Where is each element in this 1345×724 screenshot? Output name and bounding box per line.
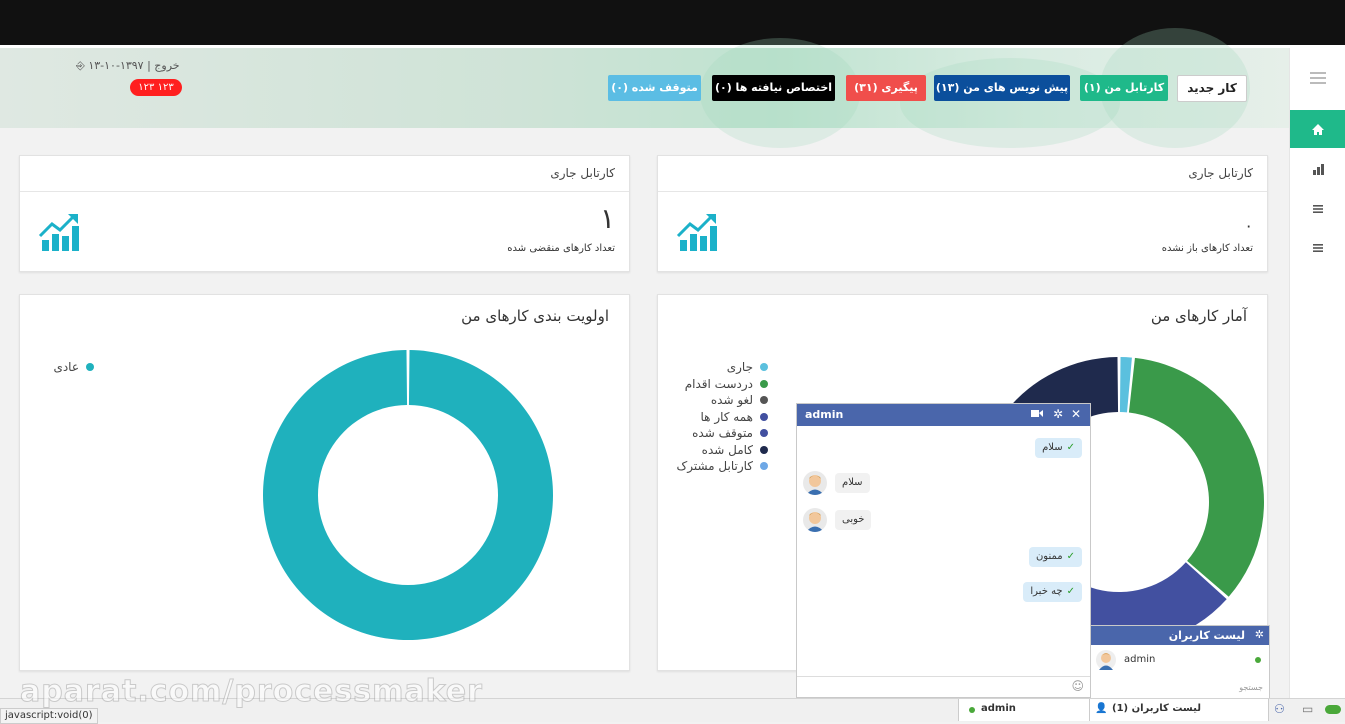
legend-dot	[760, 379, 768, 388]
user-badge[interactable]: ۱۲۳ ۱۲۳	[130, 79, 182, 96]
menu-icon[interactable]	[1290, 59, 1345, 97]
stat-label: تعداد کارهای منقضی شده	[507, 243, 615, 254]
sent-message: سلام ✓	[1035, 438, 1082, 458]
legend-item[interactable]: همه کار ها	[668, 409, 768, 426]
user-list-panel: لیست کاربران ✲ admin جستجو	[1090, 625, 1270, 700]
legend-label: متوقف شده	[692, 426, 753, 441]
legend-dot	[760, 363, 768, 372]
paused-button[interactable]: متوقف شده (۰)	[608, 75, 701, 101]
separator: |	[143, 59, 151, 72]
legend-label: کامل شده	[701, 442, 753, 457]
legend-label: همه کار ها	[700, 409, 753, 424]
open-tasks-card: کارتابل جاری ۰ تعداد کارهای باز نشده	[657, 155, 1268, 272]
video-call-icon[interactable]	[1031, 407, 1043, 421]
legend-item[interactable]: جاری	[668, 359, 768, 376]
legend-dot	[760, 396, 768, 405]
follow-up-button[interactable]: پیگیری (۳۱)	[846, 75, 926, 101]
list-icon[interactable]	[1290, 229, 1345, 267]
legend-dot	[760, 412, 768, 421]
window-icon[interactable]: ▭	[1302, 702, 1313, 716]
task-stats-legend: جاری دردست اقدام لغو شده همه کار ها متوقف شد…	[668, 359, 768, 475]
logout-icon[interactable]: ⎆	[76, 59, 85, 72]
avatar	[803, 471, 827, 495]
users-icon: 👤	[1095, 703, 1108, 714]
chat-message-input[interactable]: ☺	[797, 676, 1090, 697]
legend-label: جاری	[726, 360, 753, 375]
close-icon[interactable]: ✕	[1071, 407, 1081, 421]
card-title: کارتابل جاری	[1188, 166, 1253, 180]
trend-chart-icon	[676, 212, 720, 255]
expired-tasks-card: کارتابل جاری ۱ تعداد کارهای منقضی شده	[19, 155, 630, 272]
drafts-button[interactable]: پیش نویس های من (۱۳)	[934, 75, 1070, 101]
user-list-item[interactable]: admin	[1124, 654, 1155, 665]
new-task-button[interactable]: کار جدید	[1177, 75, 1247, 102]
current-date: ۱۳۹۷-۱۰-۱۳	[88, 59, 144, 72]
legend-item[interactable]: لغو شده	[668, 392, 768, 409]
legend-item[interactable]: کامل شده	[668, 442, 768, 459]
logout-link[interactable]: خروج	[154, 59, 179, 72]
online-status-icon	[1255, 657, 1261, 663]
received-message: سلام	[835, 473, 870, 493]
unassigned-button[interactable]: اختصاص نیافته ها (۰)	[712, 75, 835, 101]
chat-username: admin	[805, 408, 844, 421]
legend-dot	[86, 363, 94, 372]
settings-icon[interactable]: ✲	[1255, 628, 1264, 641]
stat-label: تعداد کارهای باز نشده	[1161, 243, 1253, 254]
user-line: ⎆ خروج | ۱۳۹۷-۱۰-۱۳	[76, 59, 180, 73]
bar-chart-icon[interactable]	[1290, 150, 1345, 188]
user-list-header: لیست کاربران ✲	[1091, 626, 1269, 645]
status-url: javascript:void(0)	[0, 708, 98, 724]
emoji-icon[interactable]: ☺	[1071, 679, 1084, 693]
user-list-tab[interactable]: 👤 لیست کاربران (1)	[1090, 699, 1269, 721]
stat-value: ۱	[599, 202, 615, 235]
priority-legend: عادی	[34, 359, 94, 376]
priority-chart-card: اولویت بندی کارهای من عادی	[19, 294, 630, 671]
legend-item[interactable]: متوقف شده	[668, 425, 768, 442]
online-status-icon	[969, 707, 975, 713]
donut-slice[interactable]	[1128, 357, 1264, 597]
legend-item[interactable]: کارتابل مشترک	[668, 458, 768, 475]
received-message: خوبی	[835, 510, 872, 530]
stat-value: ۰	[1244, 216, 1253, 235]
sent-message: چه خبرا ✓	[1023, 582, 1082, 602]
toggle-switch[interactable]	[1325, 705, 1341, 714]
my-inbox-button[interactable]: کارتابل من (۱)	[1080, 75, 1168, 101]
home-icon[interactable]	[1290, 110, 1345, 148]
legend-item[interactable]: عادی	[34, 359, 94, 376]
chat-tab[interactable]: admin	[958, 699, 1090, 721]
list-icon[interactable]	[1290, 190, 1345, 228]
chat-window: admin ✲ ✕ سلام ✓ سلام خوبی ممنون ✓ چه خبرا ✓ ☺	[796, 403, 1091, 698]
avatar	[1096, 650, 1116, 670]
sent-message: ممنون ✓	[1028, 547, 1082, 567]
check-icon: ✓	[1066, 442, 1075, 453]
trend-chart-icon	[38, 212, 82, 255]
legend-label: دردست اقدام	[684, 376, 753, 391]
account-icon[interactable]: ⚇	[1274, 702, 1285, 716]
user-search-input[interactable]: جستجو	[1239, 683, 1263, 692]
chat-header: admin ✲ ✕	[797, 404, 1090, 426]
priority-donut	[263, 350, 553, 640]
legend-item[interactable]: دردست اقدام	[668, 376, 768, 393]
legend-dot	[760, 445, 768, 454]
watermark: aparat.com/processmaker	[20, 674, 483, 710]
settings-icon[interactable]: ✲	[1053, 407, 1063, 421]
avatar	[803, 508, 827, 532]
right-sidebar	[1289, 48, 1345, 698]
legend-label: کارتابل مشترک	[676, 459, 753, 474]
legend-dot	[760, 429, 768, 438]
card-title: کارتابل جاری	[550, 166, 615, 180]
check-icon: ✓	[1066, 586, 1075, 597]
check-icon: ✓	[1066, 551, 1075, 562]
legend-dot	[760, 462, 768, 471]
donut-slice[interactable]	[263, 350, 553, 640]
legend-label: عادی	[53, 360, 79, 375]
legend-label: لغو شده	[710, 393, 753, 408]
